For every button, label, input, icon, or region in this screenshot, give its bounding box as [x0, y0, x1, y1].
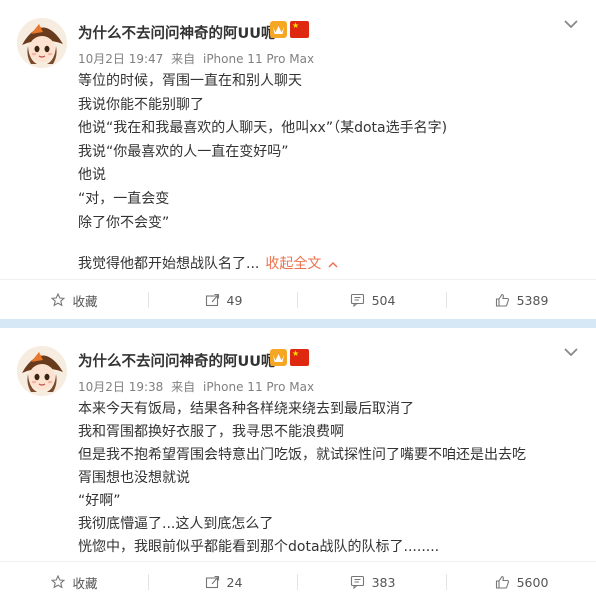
repost-count: 49 [226, 292, 243, 308]
content-line: “好啊” [78, 493, 121, 509]
repost-icon [205, 575, 219, 589]
content-line: 我和胥围都换好衣服了，我寻思不能浪费啊 [78, 424, 344, 440]
action-bar: 收藏 24 383 5600 [0, 561, 596, 601]
content-line: 胥围想也没想就说 [78, 470, 190, 486]
chevron-down-icon[interactable] [562, 344, 580, 358]
favorite-button[interactable]: 收藏 [0, 280, 149, 320]
comment-count: 504 [371, 292, 396, 308]
post-date[interactable]: 10月2日 19:47 [78, 52, 163, 66]
content-line: 恍惚中，我眼前似乎都能看到那个dota战队的队标了........ [78, 539, 440, 555]
favorite-label: 收藏 [72, 293, 98, 309]
avatar[interactable] [17, 346, 67, 396]
post-content: 本来今天有饭局，结果各种各样绕来绕去到最后取消了 我和胥围都换好衣服了，我寻思不… [78, 398, 578, 559]
content-line: 等位的时候，胥围一直在和别人聊天 [78, 73, 302, 89]
source-prefix: 来自 [171, 52, 196, 66]
star-icon [51, 575, 66, 589]
like-icon [495, 293, 509, 307]
star-icon [51, 293, 66, 307]
post-meta: 10月2日 19:38 来自 iPhone 11 Pro Max [78, 378, 318, 395]
like-count: 5389 [516, 292, 549, 308]
china-flag-icon: ★ [290, 21, 309, 38]
comment-icon [350, 293, 364, 307]
weibo-post: 为什么不去问问神奇的阿UU呢 ★ 10月2日 19:38 来自 iPhone 1… [0, 328, 596, 601]
repost-count: 24 [226, 574, 243, 590]
repost-button[interactable]: 49 [149, 280, 298, 320]
chevron-down-icon[interactable] [562, 16, 580, 30]
repost-button[interactable]: 24 [149, 562, 298, 601]
post-meta: 10月2日 19:47 来自 iPhone 11 Pro Max [78, 50, 318, 67]
avatar[interactable] [17, 18, 67, 68]
post-divider [0, 319, 596, 328]
favorite-label: 收藏 [72, 575, 98, 591]
repost-icon [205, 293, 219, 307]
post-content: 等位的时候，胥围一直在和别人聊天 我说你能不能别聊了 他说“我在和我最喜欢的人聊… [78, 70, 578, 235]
content-line: 我说你能不能别聊了 [78, 96, 204, 113]
post-last-line: 我觉得他都开始想战队名了... 收起全文 [78, 253, 339, 273]
chevron-up-icon[interactable] [327, 258, 339, 268]
source-prefix: 来自 [171, 380, 196, 394]
content-line: 除了你不会变” [78, 214, 170, 231]
collapse-button[interactable]: 收起全文 [265, 253, 321, 273]
content-line: 他说 [78, 167, 106, 184]
content-line: 他说“我在和我最喜欢的人聊天，他叫xx”（某dota选手名字) [78, 120, 448, 137]
post-date[interactable]: 10月2日 19:38 [78, 380, 163, 394]
like-button[interactable]: 5600 [447, 562, 596, 601]
like-icon [495, 575, 509, 589]
content-line: 本来今天有饭局，结果各种各样绕来绕去到最后取消了 [78, 401, 414, 417]
comment-icon [350, 575, 364, 589]
user-badges: ★ [270, 21, 309, 38]
comment-count: 383 [371, 574, 396, 590]
content-line: 我彻底懵逼了...这人到底怎么了 [78, 516, 274, 532]
user-badges: ★ [270, 349, 309, 366]
like-button[interactable]: 5389 [447, 280, 596, 320]
favorite-button[interactable]: 收藏 [0, 562, 149, 601]
vip-badge-icon[interactable] [270, 21, 287, 38]
comment-button[interactable]: 504 [298, 280, 447, 320]
content-line: 我觉得他都开始想战队名了... [78, 256, 260, 272]
source-device: iPhone 11 Pro Max [202, 52, 315, 66]
content-line: “对，一直会变 [78, 190, 170, 207]
username[interactable]: 为什么不去问问神奇的阿UU呢 [78, 22, 276, 43]
username[interactable]: 为什么不去问问神奇的阿UU呢 [78, 350, 276, 371]
vip-badge-icon[interactable] [270, 349, 287, 366]
source-device: iPhone 11 Pro Max [202, 380, 315, 394]
like-count: 5600 [516, 574, 549, 590]
content-line: 但是我不抱希望胥围会特意出门吃饭，就试探性问了嘴要不咱还是出去吃 [78, 447, 526, 463]
china-flag-icon: ★ [290, 349, 309, 366]
content-line: 我说“你最喜欢的人一直在变好吗” [78, 143, 289, 160]
comment-button[interactable]: 383 [298, 562, 447, 601]
weibo-post: 为什么不去问问神奇的阿UU呢 ★ 10月2日 19:47 来自 iPhone 1… [0, 0, 596, 319]
action-bar: 收藏 49 504 5389 [0, 279, 596, 319]
